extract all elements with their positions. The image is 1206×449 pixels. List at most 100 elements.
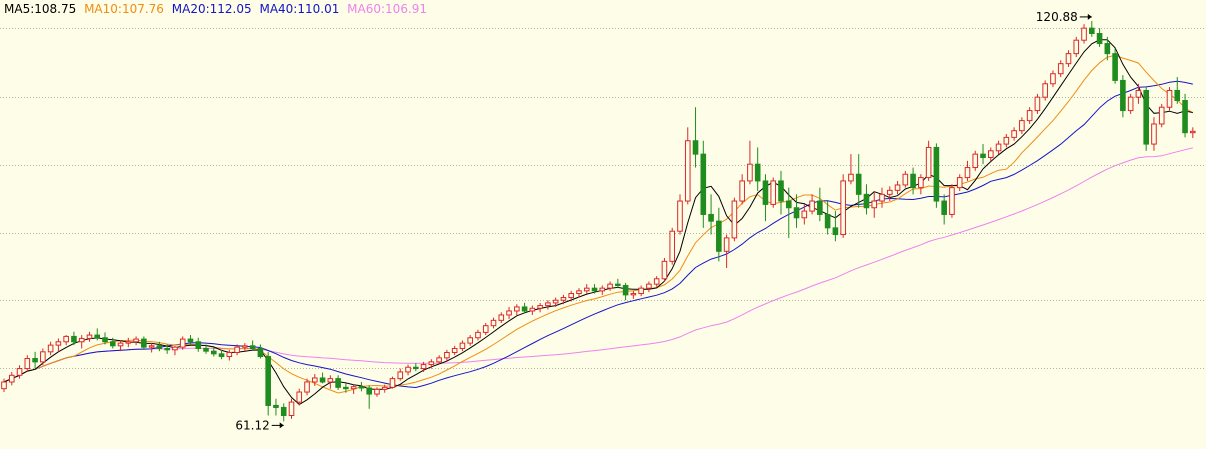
candle bbox=[63, 335, 69, 346]
candle-body bbox=[1, 381, 7, 390]
candle bbox=[894, 180, 901, 195]
candle bbox=[638, 285, 644, 297]
candle-body bbox=[537, 305, 543, 309]
candle-body bbox=[568, 293, 575, 299]
candle bbox=[731, 197, 738, 242]
candle-body bbox=[187, 338, 194, 343]
candle-body bbox=[716, 220, 722, 252]
candle bbox=[747, 140, 753, 185]
candle bbox=[583, 284, 590, 294]
candle-body bbox=[638, 287, 644, 295]
candle bbox=[615, 278, 621, 289]
candle bbox=[560, 294, 567, 305]
candle-body bbox=[102, 337, 108, 343]
candle-body bbox=[708, 213, 714, 222]
candle-body bbox=[1143, 89, 1149, 145]
candle-body bbox=[420, 364, 427, 370]
candle-body bbox=[226, 351, 233, 358]
candle bbox=[770, 177, 777, 208]
candle bbox=[925, 140, 932, 181]
candle bbox=[490, 317, 497, 329]
candle-body bbox=[661, 260, 668, 280]
candle bbox=[1112, 48, 1118, 84]
candle-body bbox=[1190, 130, 1196, 134]
candle bbox=[172, 345, 178, 356]
candle-body bbox=[498, 314, 505, 321]
candle-body bbox=[1065, 53, 1072, 65]
candle bbox=[257, 344, 264, 359]
candle bbox=[987, 147, 994, 161]
candle bbox=[949, 184, 955, 218]
candle-body bbox=[1019, 120, 1025, 132]
candle-body bbox=[78, 337, 85, 343]
candle bbox=[918, 174, 924, 195]
candle-body bbox=[117, 342, 124, 347]
candle bbox=[1127, 93, 1134, 114]
candle bbox=[86, 331, 93, 342]
candle-body bbox=[405, 366, 411, 373]
candle bbox=[669, 227, 676, 265]
candle-body bbox=[109, 341, 116, 347]
candle bbox=[871, 190, 878, 218]
candle-body bbox=[941, 200, 947, 215]
candle-body bbox=[296, 391, 303, 403]
kline-chart[interactable]: MA5:108.75 MA10:107.76 MA20:112.05 MA40:… bbox=[0, 0, 1206, 449]
candle bbox=[1050, 70, 1056, 88]
candle-body bbox=[785, 200, 792, 209]
candle-body bbox=[723, 237, 730, 252]
candle bbox=[1120, 75, 1126, 118]
candle-body bbox=[475, 331, 481, 339]
candle-body bbox=[630, 293, 637, 296]
candle-body bbox=[24, 358, 31, 370]
candle-body bbox=[327, 378, 334, 383]
candle bbox=[1143, 87, 1149, 151]
candle bbox=[514, 304, 520, 315]
candle-body bbox=[607, 283, 613, 289]
candle-body bbox=[925, 146, 932, 179]
candle bbox=[319, 372, 326, 384]
candle bbox=[941, 194, 947, 225]
candle bbox=[778, 170, 784, 215]
candle-body bbox=[599, 287, 606, 292]
candle bbox=[1034, 93, 1041, 114]
candle-body bbox=[1003, 136, 1010, 145]
candle-body bbox=[242, 345, 248, 348]
candle-body bbox=[179, 338, 186, 348]
candle bbox=[1011, 127, 1017, 141]
candle-body bbox=[739, 180, 745, 202]
candle bbox=[498, 312, 505, 324]
candle-body bbox=[63, 335, 69, 343]
candle-body bbox=[793, 207, 800, 219]
candle-body bbox=[964, 167, 971, 179]
candle-body bbox=[817, 200, 823, 215]
candle-body bbox=[754, 163, 761, 182]
annotation-arrowhead bbox=[279, 422, 284, 429]
candle-body bbox=[770, 180, 777, 205]
candle-body bbox=[482, 325, 489, 333]
candle bbox=[358, 381, 365, 392]
candle bbox=[179, 336, 186, 350]
candle bbox=[444, 349, 450, 361]
candle bbox=[451, 345, 458, 356]
candle bbox=[1081, 24, 1087, 44]
candle-body bbox=[1034, 96, 1041, 112]
candle-body bbox=[1081, 27, 1087, 41]
candle-body bbox=[389, 378, 396, 388]
candle-body bbox=[490, 319, 497, 327]
candle-body bbox=[381, 386, 388, 390]
candle bbox=[902, 170, 909, 188]
candle bbox=[273, 398, 279, 416]
candle-body bbox=[1057, 63, 1064, 75]
candle bbox=[8, 371, 15, 386]
candle-body bbox=[933, 146, 940, 202]
candle-body bbox=[646, 283, 652, 289]
candle bbox=[467, 335, 473, 346]
candle-body bbox=[1182, 100, 1188, 134]
candle bbox=[684, 127, 691, 205]
candle bbox=[1151, 117, 1157, 151]
candle bbox=[762, 174, 769, 222]
candle bbox=[413, 363, 419, 372]
candle-body bbox=[451, 347, 458, 353]
candle-body bbox=[956, 177, 963, 189]
candle-body bbox=[918, 177, 924, 189]
